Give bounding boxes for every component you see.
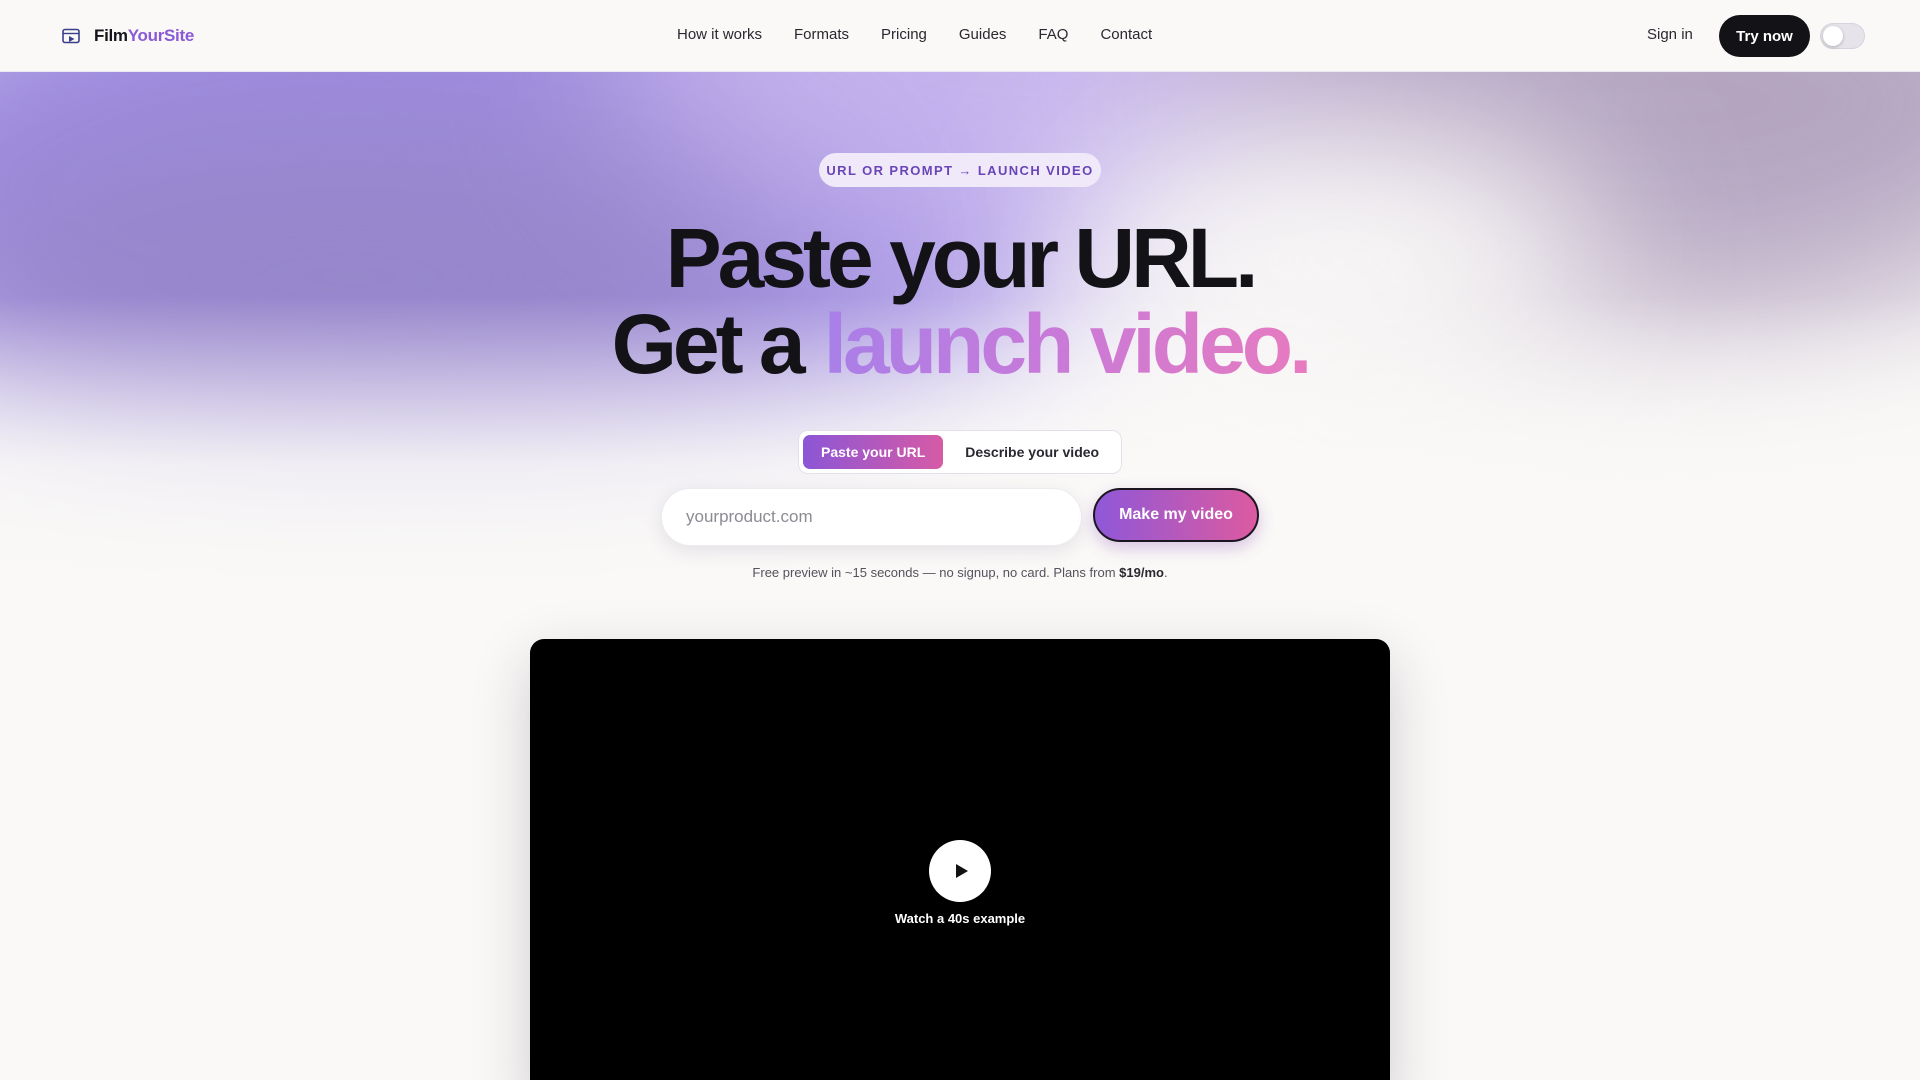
headline-line-2: Get a launch video. xyxy=(0,299,1920,389)
film-window-icon xyxy=(62,28,80,44)
brand-name: FilmYourSite xyxy=(94,26,194,45)
pricing-note: Free preview in ~15 seconds — no signup,… xyxy=(752,565,1168,580)
video-caption: Watch a 40s example xyxy=(894,911,1026,926)
tab-paste-url[interactable]: Paste your URL xyxy=(803,435,944,469)
nav-link-guides[interactable]: Guides xyxy=(959,26,1007,46)
price: $19/mo xyxy=(1119,565,1164,580)
mode-tabs: Paste your URL Describe your video xyxy=(798,430,1122,474)
play-icon xyxy=(956,864,968,878)
url-input[interactable] xyxy=(661,488,1082,546)
nav-link-contact[interactable]: Contact xyxy=(1100,26,1152,46)
tab-describe-video[interactable]: Describe your video xyxy=(965,444,1099,460)
page: FilmYourSite How it works Formats Pricin… xyxy=(0,0,1920,1080)
sign-in-link[interactable]: Sign in xyxy=(1647,26,1693,43)
nav-link-faq[interactable]: FAQ xyxy=(1038,26,1068,46)
headline-gradient-text: launch video. xyxy=(823,297,1313,391)
toggle-knob xyxy=(1823,26,1843,46)
nav-link-how-it-works[interactable]: How it works xyxy=(677,26,762,46)
example-video-player[interactable]: Watch a 40s example xyxy=(530,639,1390,1080)
make-my-video-button[interactable]: Make my video xyxy=(1093,488,1259,542)
brand-logo[interactable]: FilmYourSite xyxy=(61,24,194,48)
top-nav: FilmYourSite How it works Formats Pricin… xyxy=(0,0,1920,72)
theme-toggle[interactable] xyxy=(1820,23,1865,49)
nav-links: How it works Formats Pricing Guides FAQ … xyxy=(677,26,1152,46)
hero-eyebrow-badge: URL OR PROMPT → LAUNCH VIDEO xyxy=(819,153,1101,187)
nav-link-pricing[interactable]: Pricing xyxy=(881,26,927,46)
nav-link-formats[interactable]: Formats xyxy=(794,26,849,46)
try-now-button[interactable]: Try now xyxy=(1719,15,1810,57)
play-button[interactable] xyxy=(929,840,991,902)
headline-line-2-start: Get a xyxy=(611,297,806,391)
headline-line-1: Paste your URL. xyxy=(665,211,1259,305)
